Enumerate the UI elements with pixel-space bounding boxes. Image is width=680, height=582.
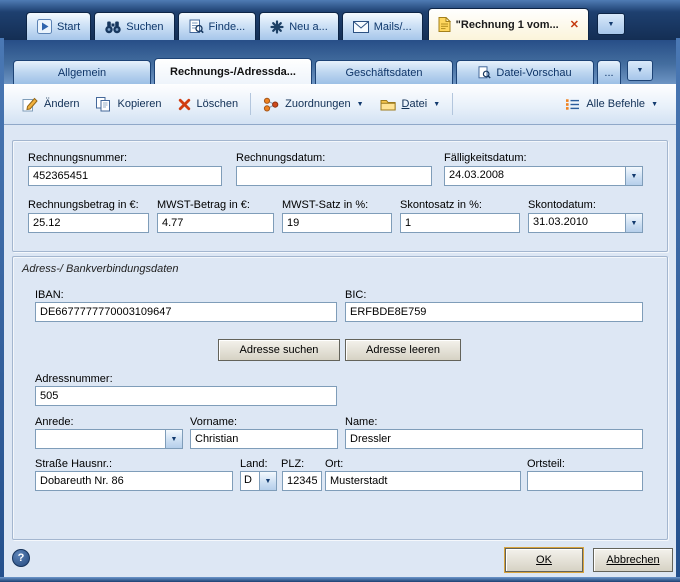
chevron-down-icon: ▼: [631, 220, 638, 227]
ok-button[interactable]: OK: [505, 548, 583, 572]
skontodatum-label: Skontodatum:: [528, 199, 596, 211]
land-value: D: [241, 472, 259, 490]
ortsteil-field[interactable]: [527, 471, 643, 491]
skontodatum-value: 31.03.2010: [529, 214, 625, 232]
rechnungsbetrag-field[interactable]: [28, 213, 149, 233]
skontodatum-dropdown-button[interactable]: ▼: [625, 214, 642, 232]
faelligkeitsdatum-label: Fälligkeitsdatum:: [444, 152, 527, 164]
abbrechen-button[interactable]: Abbrechen: [593, 548, 673, 572]
name-label: Name:: [345, 416, 377, 428]
skontosatz-label: Skontosatz in %:: [400, 199, 482, 211]
adressnummer-label: Adressnummer:: [35, 373, 113, 385]
land-dropdown-button[interactable]: ▼: [259, 472, 276, 490]
rechnungsdatum-field[interactable]: [236, 166, 432, 186]
adressnummer-field[interactable]: [35, 386, 337, 406]
strasse-field[interactable]: [35, 471, 233, 491]
name-field[interactable]: [345, 429, 643, 449]
skontodatum-combo[interactable]: 31.03.2010 ▼: [528, 213, 643, 233]
strasse-label: Straße Hausnr.:: [35, 458, 112, 470]
address-section-title: Adress-/ Bankverbindungsdaten: [22, 263, 179, 275]
anrede-label: Anrede:: [35, 416, 74, 428]
bic-field[interactable]: [345, 302, 643, 322]
form-layer: Rechnungsnummer: Rechnungsdatum: Fälligk…: [0, 0, 680, 582]
faelligkeitsdatum-value: 24.03.2008: [445, 167, 625, 185]
plz-field[interactable]: [282, 471, 322, 491]
vorname-label: Vorname:: [190, 416, 237, 428]
faelligkeitsdatum-combo[interactable]: 24.03.2008 ▼: [444, 166, 643, 186]
anrede-value: [36, 430, 165, 448]
chevron-down-icon: ▼: [265, 478, 272, 485]
rechnungsbetrag-label: Rechnungsbetrag in €:: [28, 199, 139, 211]
faelligkeitsdatum-dropdown-button[interactable]: ▼: [625, 167, 642, 185]
anrede-combo[interactable]: ▼: [35, 429, 183, 449]
help-button[interactable]: ?: [12, 549, 30, 567]
land-combo[interactable]: D ▼: [240, 471, 277, 491]
application-window: Start Suchen Finde... Neu a... Mails/...…: [0, 0, 680, 582]
iban-label: IBAN:: [35, 289, 64, 301]
adresse-suchen-button[interactable]: Adresse suchen: [218, 339, 340, 361]
mwst-satz-label: MWST-Satz in %:: [282, 199, 368, 211]
chevron-down-icon: ▼: [631, 173, 638, 180]
skontosatz-field[interactable]: [400, 213, 520, 233]
rechnungsnummer-field[interactable]: [28, 166, 222, 186]
ortsteil-label: Ortsteil:: [527, 458, 565, 470]
anrede-dropdown-button[interactable]: ▼: [165, 430, 182, 448]
chevron-down-icon: ▼: [171, 436, 178, 443]
mwst-satz-field[interactable]: [282, 213, 392, 233]
mwst-betrag-field[interactable]: [157, 213, 274, 233]
iban-field[interactable]: [35, 302, 337, 322]
adresse-leeren-button[interactable]: Adresse leeren: [345, 339, 461, 361]
plz-label: PLZ:: [281, 458, 304, 470]
ort-label: Ort:: [325, 458, 343, 470]
help-icon: ?: [18, 552, 25, 564]
land-label: Land:: [240, 458, 268, 470]
bic-label: BIC:: [345, 289, 366, 301]
rechnungsnummer-label: Rechnungsnummer:: [28, 152, 127, 164]
ort-field[interactable]: [325, 471, 521, 491]
vorname-field[interactable]: [190, 429, 338, 449]
mwst-betrag-label: MWST-Betrag in €:: [157, 199, 250, 211]
rechnungsdatum-label: Rechnungsdatum:: [236, 152, 325, 164]
